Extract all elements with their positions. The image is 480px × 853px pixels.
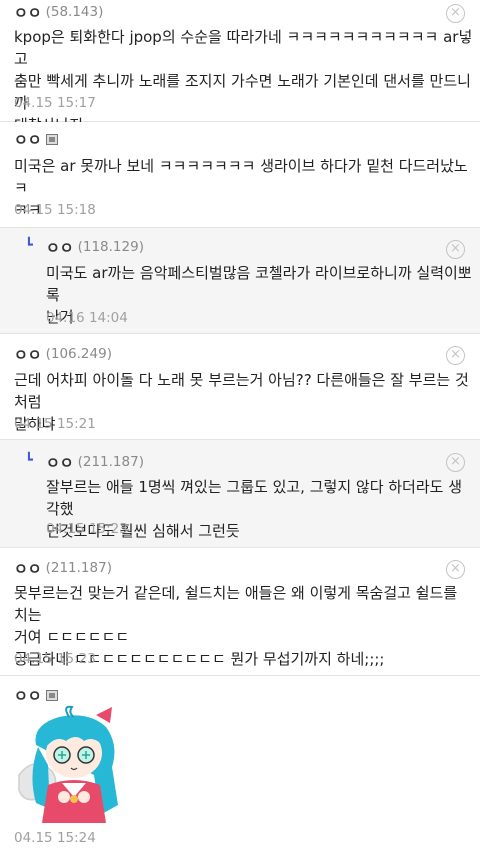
comment-text: kpop은 퇴화한다 jpop의 수순을 따라가네 ㅋㅋㅋㅋㅋㅋㅋㅋㅋㅋㅋ ar… [14, 28, 473, 134]
comment-ip: (211.187) [45, 560, 112, 576]
comment-date: 04.15 15:23 [46, 521, 128, 537]
comment-date: 04.15 15:21 [14, 416, 96, 432]
comment-nickname[interactable]: ㅇㅇ [46, 452, 74, 473]
comment-nickname[interactable]: ㅇㅇ [14, 2, 42, 23]
delete-icon[interactable]: × [446, 453, 465, 472]
comment-nickname[interactable]: ㅇㅇ [14, 129, 42, 150]
reply-item: ┗ ㅇㅇ (211.187) × 잘부르는 애들 1명씩 껴있는 그룹도 있고,… [0, 440, 480, 548]
comment-nickname[interactable]: ㅇㅇ [46, 237, 74, 258]
writer-icon [45, 689, 58, 701]
reply-item: ┗ ㅇㅇ (118.129) × 미국도 ar까는 음악페스티벌많음 코첼라가 … [0, 228, 480, 334]
delete-icon[interactable]: × [446, 4, 465, 23]
comment-item: ㅇㅇ (211.187) × 못부르는건 맞는거 같은데, 쉴드치는 애들은 왜… [0, 548, 480, 676]
comment-date: 04.15 15:23 [14, 651, 96, 667]
comment-nickname[interactable]: ㅇㅇ [14, 685, 42, 706]
comment-ip: (58.143) [45, 4, 104, 20]
comment-ip: (118.129) [77, 239, 144, 255]
reply-arrow-icon: ┗ [25, 238, 33, 253]
delete-icon[interactable]: × [446, 560, 465, 579]
comment-item: ㅇㅇ 미국은 ar 못까나 보네 ㅋㅋㅋㅋㅋㅋㅋ 생라이브 하다가 밑천 다드러… [0, 122, 480, 228]
comment-date: 04.15 15:17 [14, 95, 96, 111]
comment-date: 04.15 15:18 [14, 202, 96, 218]
comment-nickname[interactable]: ㅇㅇ [14, 344, 42, 365]
delete-icon[interactable]: × [446, 240, 465, 259]
comment-ip: (211.187) [77, 454, 144, 470]
comment-item: ㅇㅇ (58.143) × kpop은 퇴화한다 jpop의 수순을 따라가네 … [0, 0, 480, 134]
dccon-sticker-image [18, 705, 118, 823]
reply-arrow-icon: ┗ [25, 453, 33, 468]
writer-icon [45, 133, 58, 145]
comment-ip: (106.249) [45, 346, 112, 362]
comment-item: ㅇㅇ (106.249) × 근데 어차피 아이돌 다 노래 못 부르는거 아님… [0, 334, 480, 440]
delete-icon[interactable]: × [446, 346, 465, 365]
comment-date: 04.15 15:24 [14, 830, 96, 846]
comment-date: 04.16 14:04 [46, 310, 128, 326]
comment-nickname[interactable]: ㅇㅇ [14, 558, 42, 579]
